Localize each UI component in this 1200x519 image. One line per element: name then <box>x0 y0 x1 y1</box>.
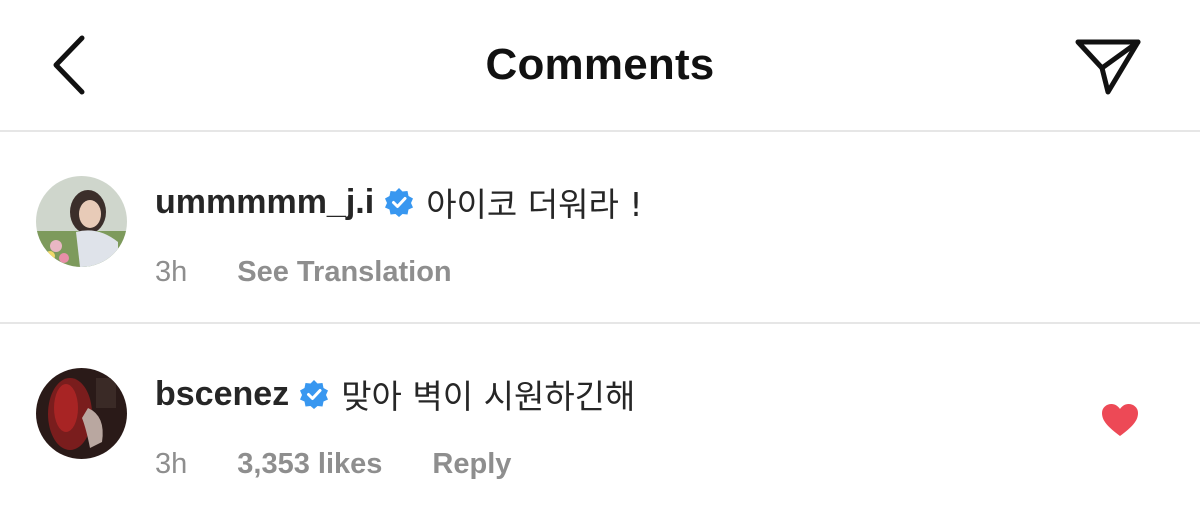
paper-plane-icon <box>1075 39 1141 95</box>
like-button[interactable] <box>1100 402 1140 438</box>
comment-line: ummmmm_j.i 아이코 더워라 ! <box>155 180 643 225</box>
comment-text: 아이코 더워라 ! <box>426 185 643 224</box>
comment-item: ummmmm_j.i 아이코 더워라 ! 3h See Translation <box>0 134 1200 324</box>
header: Comments <box>0 0 1200 132</box>
comment-text: 맞아 벽이 시원하긴해 <box>341 377 636 416</box>
avatar-photo <box>36 368 127 459</box>
page-title: Comments <box>485 40 715 89</box>
reply-button[interactable]: Reply <box>432 448 511 481</box>
comments-screen: Comments ummmmm_j.i 아이코 더워라 ! 3h See Tra… <box>0 0 1200 519</box>
username[interactable]: bscenez <box>155 375 289 414</box>
likes-count[interactable]: 3,353 likes <box>237 448 382 481</box>
comment-item: bscenez 맞아 벽이 시원하긴해 3h 3,353 likes Reply <box>0 326 1200 519</box>
avatar[interactable] <box>36 176 127 267</box>
comment-body: ummmmm_j.i 아이코 더워라 ! 3h See Translation <box>155 180 643 290</box>
comment-meta: 3h 3,353 likes Reply <box>155 446 635 482</box>
comment-meta: 3h See Translation <box>155 254 643 290</box>
verified-badge-icon <box>385 188 414 217</box>
comment-line: bscenez 맞아 벽이 시원하긴해 <box>155 372 636 417</box>
timestamp: 3h <box>155 255 188 288</box>
username[interactable]: ummmmm_j.i <box>155 183 374 222</box>
comment-body: bscenez 맞아 벽이 시원하긴해 3h 3,353 likes Reply <box>155 372 635 482</box>
see-translation-button[interactable]: See Translation <box>237 256 451 289</box>
heart-icon <box>1102 404 1138 436</box>
avatar-photo <box>36 176 127 267</box>
avatar[interactable] <box>36 368 127 459</box>
verified-badge-icon <box>300 380 329 409</box>
share-button[interactable] <box>1068 32 1148 102</box>
timestamp: 3h <box>155 447 188 480</box>
